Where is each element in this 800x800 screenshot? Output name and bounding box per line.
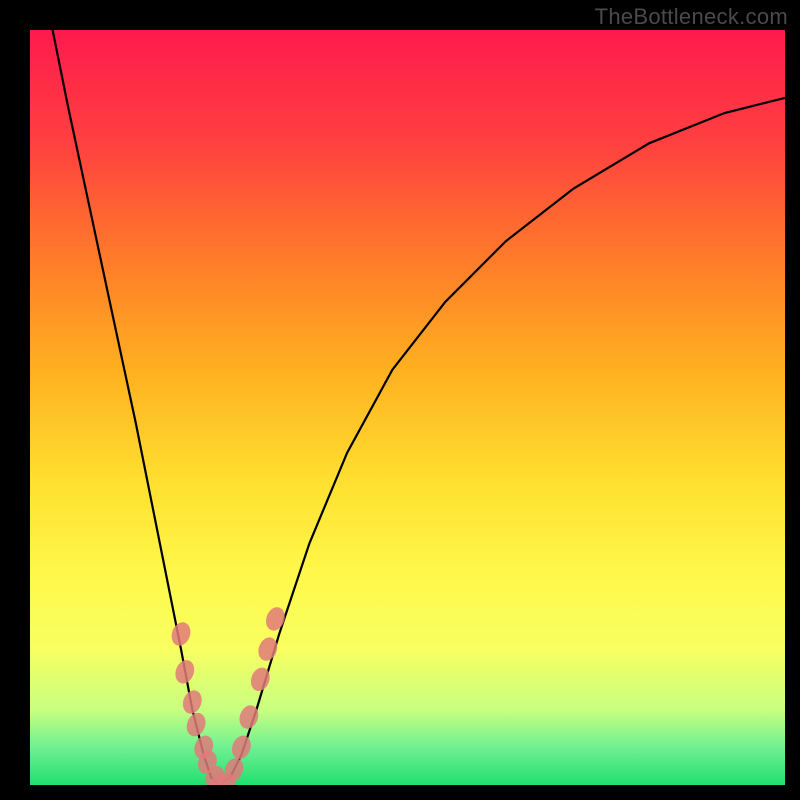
curve-marker [180,688,205,717]
bottleneck-curve-svg [30,30,785,785]
curve-marker [168,620,193,649]
curve-marker [263,605,288,634]
bottleneck-curve [53,30,785,785]
curve-markers [168,605,288,785]
curve-marker [184,710,209,739]
chart-frame [30,30,785,785]
curve-marker [229,733,254,762]
watermark-text: TheBottleneck.com [595,4,788,30]
curve-marker [172,657,197,686]
curve-layer [53,30,785,785]
